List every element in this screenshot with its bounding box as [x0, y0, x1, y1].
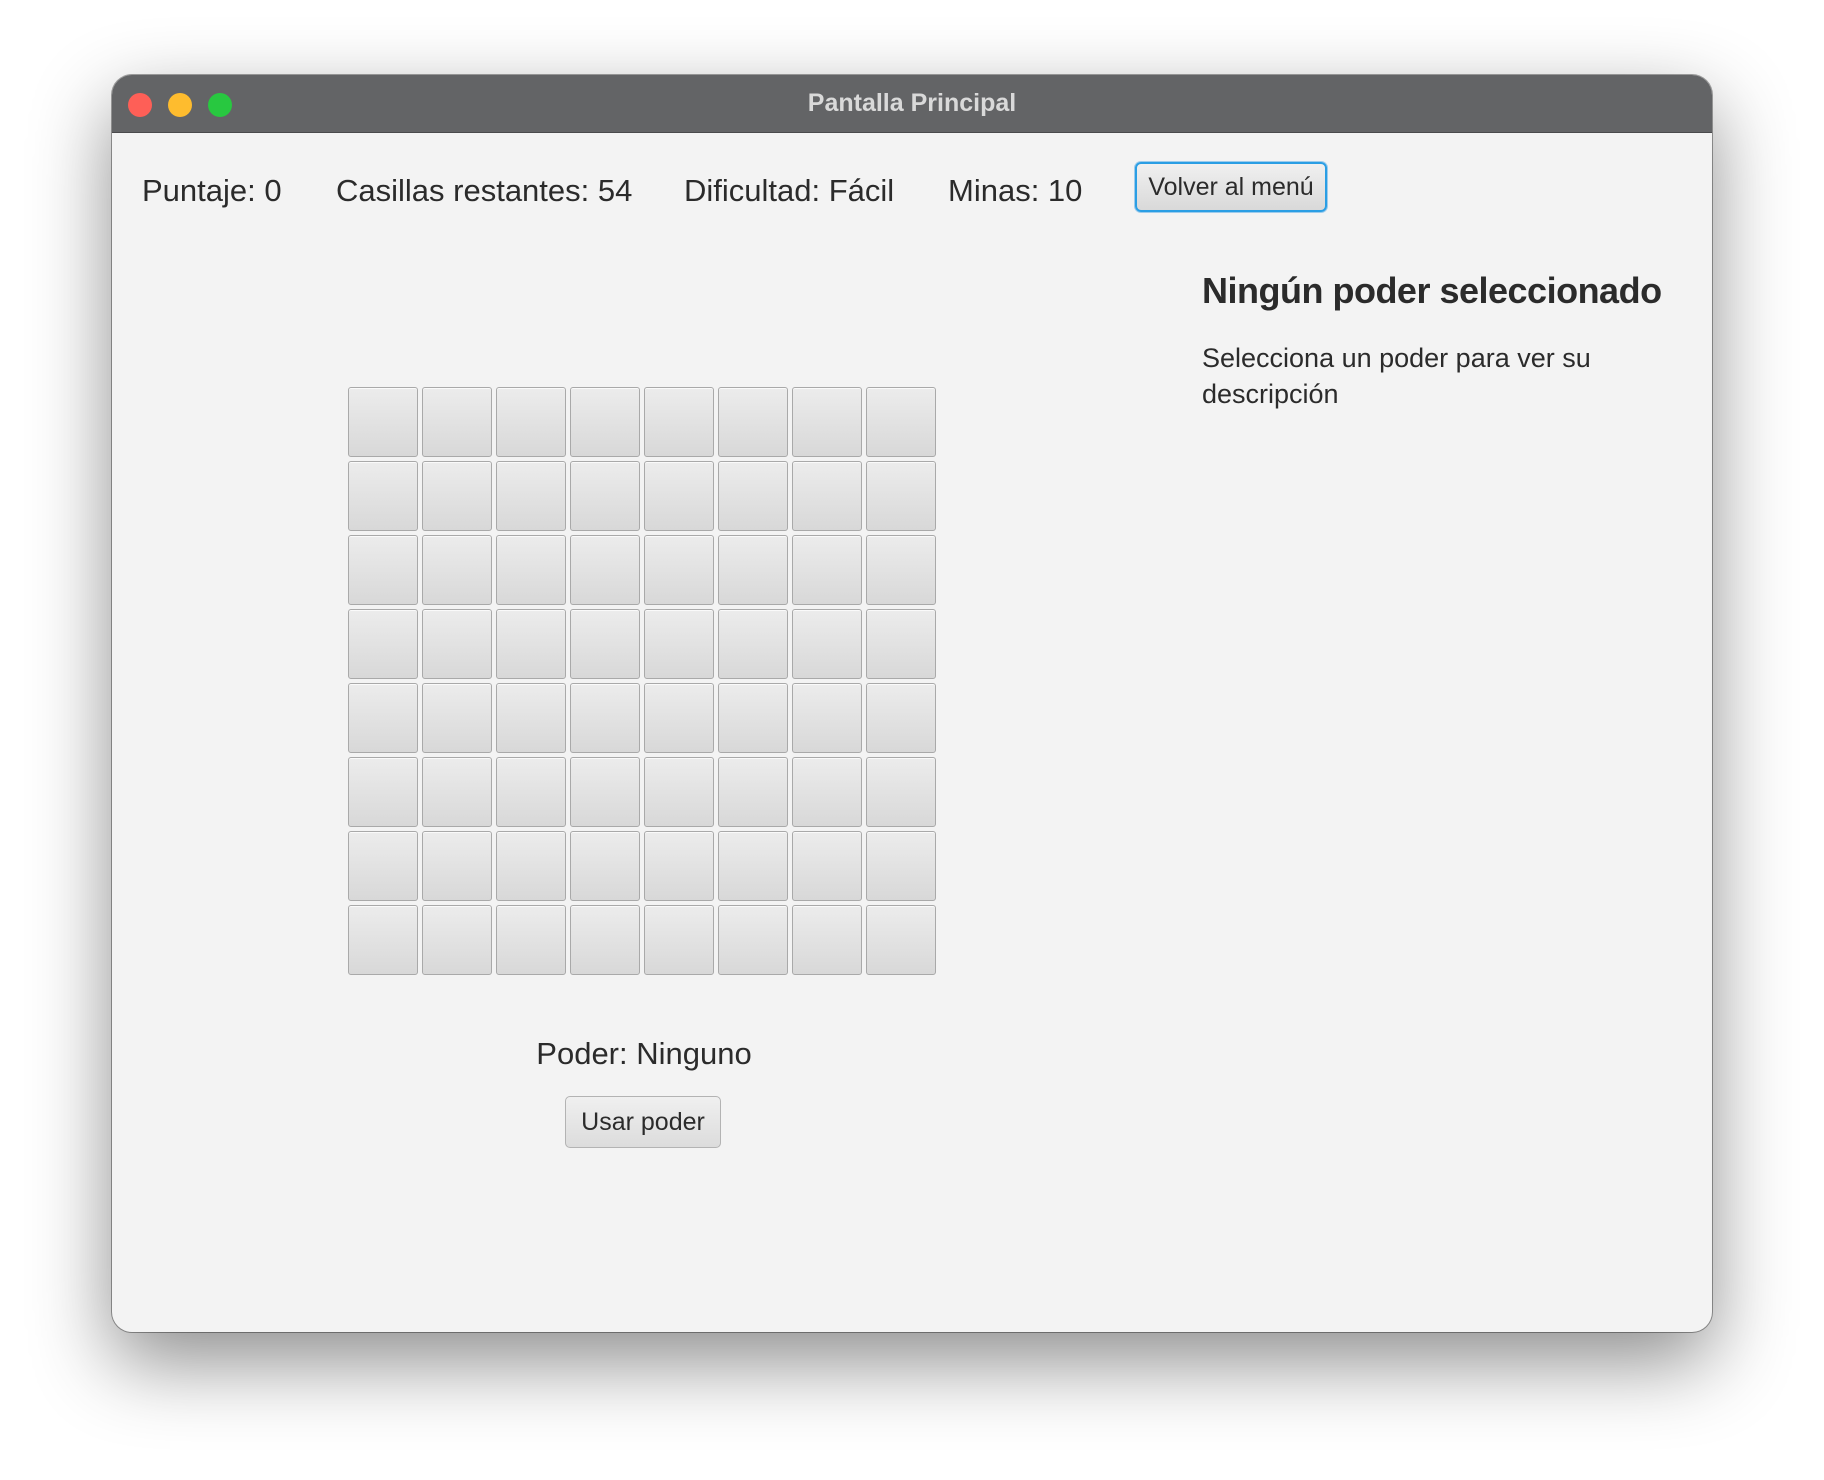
board-cell[interactable] [496, 683, 566, 753]
board-cell[interactable] [866, 831, 936, 901]
board-cell[interactable] [792, 831, 862, 901]
board-cell[interactable] [792, 535, 862, 605]
board-cell[interactable] [718, 609, 788, 679]
board-cell[interactable] [644, 609, 714, 679]
board-cell[interactable] [644, 387, 714, 457]
board-cell[interactable] [866, 905, 936, 975]
board-cell[interactable] [422, 683, 492, 753]
board-cell[interactable] [718, 831, 788, 901]
board-cell[interactable] [422, 535, 492, 605]
back-to-menu-button[interactable]: Volver al menú [1135, 162, 1327, 212]
board-cell[interactable] [422, 831, 492, 901]
main-window: Pantalla Principal Puntaje: 0 Casillas r… [112, 75, 1712, 1332]
board-cell[interactable] [866, 609, 936, 679]
minimize-window-button[interactable] [168, 93, 192, 117]
use-power-button[interactable]: Usar poder [565, 1096, 721, 1148]
score-label: Puntaje: 0 [142, 173, 282, 208]
board-cell[interactable] [644, 757, 714, 827]
board-cell[interactable] [496, 535, 566, 605]
board-cell[interactable] [644, 831, 714, 901]
board-cell[interactable] [644, 461, 714, 531]
board-cell[interactable] [866, 387, 936, 457]
board-cell[interactable] [718, 461, 788, 531]
board-cell[interactable] [866, 535, 936, 605]
board-cell[interactable] [570, 461, 640, 531]
board-cell[interactable] [422, 387, 492, 457]
board-cell[interactable] [348, 905, 418, 975]
board-cell[interactable] [496, 757, 566, 827]
board-cell[interactable] [792, 609, 862, 679]
board-cell[interactable] [866, 683, 936, 753]
zoom-window-button[interactable] [208, 93, 232, 117]
title-bar: Pantalla Principal [112, 75, 1712, 133]
close-window-button[interactable] [128, 93, 152, 117]
board-cell[interactable] [570, 535, 640, 605]
board-cell[interactable] [570, 905, 640, 975]
board-cell[interactable] [570, 387, 640, 457]
window-title: Pantalla Principal [807, 89, 1017, 117]
board-cell[interactable] [570, 831, 640, 901]
board-cell[interactable] [422, 609, 492, 679]
mines-label: Minas: 10 [948, 173, 1083, 208]
board-cell[interactable] [496, 387, 566, 457]
board-cell[interactable] [718, 683, 788, 753]
board-cell[interactable] [792, 461, 862, 531]
board-cell[interactable] [348, 461, 418, 531]
board-cell[interactable] [718, 387, 788, 457]
board-cell[interactable] [718, 757, 788, 827]
board-cell[interactable] [792, 387, 862, 457]
board-cell[interactable] [718, 535, 788, 605]
power-panel-title: Ningún poder seleccionado [1202, 270, 1662, 311]
board-cell[interactable] [348, 831, 418, 901]
board-cell[interactable] [348, 683, 418, 753]
board-cell[interactable] [496, 831, 566, 901]
remaining-cells-label: Casillas restantes: 54 [336, 173, 633, 208]
board-cell[interactable] [866, 461, 936, 531]
minesweeper-board [348, 387, 940, 979]
board-cell[interactable] [718, 905, 788, 975]
board-cell[interactable] [644, 905, 714, 975]
board-cell[interactable] [422, 461, 492, 531]
difficulty-label: Dificultad: Fácil [684, 173, 895, 208]
board-cell[interactable] [422, 905, 492, 975]
board-cell[interactable] [570, 609, 640, 679]
board-cell[interactable] [792, 905, 862, 975]
board-cell[interactable] [792, 683, 862, 753]
board-cell[interactable] [422, 757, 492, 827]
board-cell[interactable] [496, 609, 566, 679]
board-cell[interactable] [496, 461, 566, 531]
board-cell[interactable] [570, 757, 640, 827]
board-cell[interactable] [348, 535, 418, 605]
board-cell[interactable] [792, 757, 862, 827]
board-cell[interactable] [644, 535, 714, 605]
board-cell[interactable] [348, 757, 418, 827]
board-cell[interactable] [348, 387, 418, 457]
board-cell[interactable] [348, 609, 418, 679]
board-cell[interactable] [496, 905, 566, 975]
power-panel-description: Selecciona un poder para ver su descripc… [1202, 343, 1591, 409]
current-power-label: Poder: Ninguno [536, 1036, 752, 1071]
board-cell[interactable] [866, 757, 936, 827]
board-cell[interactable] [570, 683, 640, 753]
board-cell[interactable] [644, 683, 714, 753]
